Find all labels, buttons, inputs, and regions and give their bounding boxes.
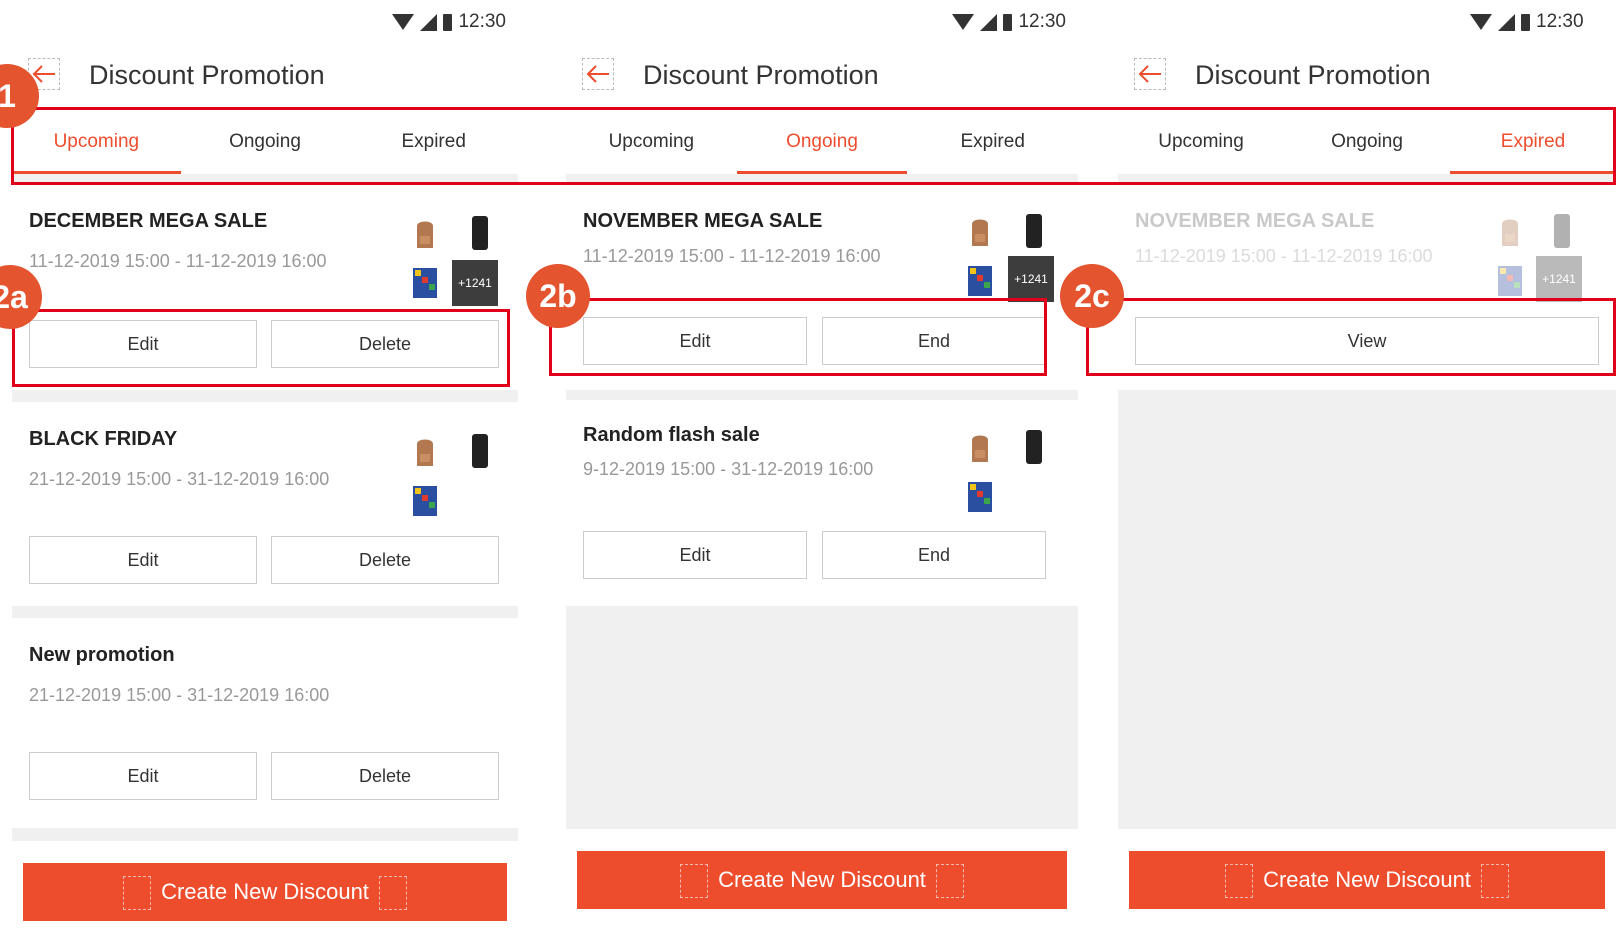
highlight-actions-expired xyxy=(1086,298,1616,376)
status-bar: 12:30 xyxy=(566,4,1078,40)
more-products-badge: +1241 xyxy=(1536,256,1582,302)
signal-icon xyxy=(1498,13,1515,31)
delete-button[interactable]: Delete xyxy=(271,752,499,800)
promotion-date: 21-12-2019 15:00 - 31-12-2019 16:00 xyxy=(29,685,330,705)
highlight-actions-ongoing xyxy=(549,298,1047,376)
promotion-date: 11-12-2019 15:00 - 11-12-2019 16:00 xyxy=(583,246,881,266)
speaker-icon xyxy=(472,434,488,468)
promotion-name: NOVEMBER MEGA SALE xyxy=(1135,210,1375,232)
battery-icon xyxy=(443,13,453,31)
create-discount-label: Create New Discount xyxy=(1263,867,1471,892)
backpack-icon xyxy=(972,435,988,462)
promotion-date: 11-12-2019 15:00 - 11-12-2019 16:00 xyxy=(1135,246,1433,266)
speaker-icon xyxy=(1026,214,1042,248)
signal-icon xyxy=(980,13,998,31)
page-title: Discount Promotion xyxy=(643,60,879,90)
promotion-name: Random flash sale xyxy=(583,424,760,446)
annotation-badge: 2c xyxy=(1060,264,1124,328)
battery-icon xyxy=(1521,13,1530,31)
status-time: 12:30 xyxy=(458,11,506,32)
edit-button[interactable]: Edit xyxy=(583,531,807,579)
status-time: 12:30 xyxy=(1018,11,1066,32)
status-bar: 12:30 xyxy=(1118,4,1616,40)
rubiks-cube-icon xyxy=(1498,266,1522,296)
speaker-icon xyxy=(1554,214,1570,248)
edit-button[interactable]: Edit xyxy=(29,752,257,800)
wifi-icon xyxy=(1470,14,1492,30)
rubiks-cube-icon xyxy=(413,268,437,298)
create-discount-label: Create New Discount xyxy=(718,867,926,892)
page-title: Discount Promotion xyxy=(1195,60,1431,90)
delete-button[interactable]: Delete xyxy=(271,536,499,584)
app-bar: Discount Promotion xyxy=(566,40,1078,110)
rubiks-cube-icon xyxy=(968,482,992,512)
more-products-badge[interactable]: +1241 xyxy=(452,260,498,306)
rubiks-cube-icon xyxy=(968,266,992,296)
app-bar: Discount Promotion xyxy=(12,40,518,110)
edit-button[interactable]: Edit xyxy=(29,536,257,584)
status-bar: 12:30 xyxy=(12,4,518,40)
wifi-icon xyxy=(952,14,975,30)
back-arrow-icon[interactable] xyxy=(582,58,614,90)
more-products-badge[interactable]: +1241 xyxy=(1008,256,1054,302)
bottom-bar: Create New Discount xyxy=(1118,829,1616,937)
annotation-badge: 2b xyxy=(526,264,590,328)
end-button[interactable]: End xyxy=(822,531,1046,579)
page-title: Discount Promotion xyxy=(89,60,325,90)
promotion-date: 11-12-2019 15:00 - 11-12-2019 16:00 xyxy=(29,251,327,271)
status-time: 12:30 xyxy=(1536,11,1584,32)
wifi-icon xyxy=(392,14,415,30)
promotion-name: BLACK FRIDAY xyxy=(29,428,178,450)
create-discount-button[interactable]: Create New Discount xyxy=(23,863,507,921)
backpack-icon xyxy=(417,439,433,466)
promotion-name: NOVEMBER MEGA SALE xyxy=(583,210,823,232)
promotion-date: 21-12-2019 15:00 - 31-12-2019 16:00 xyxy=(29,469,330,489)
speaker-icon xyxy=(472,216,488,250)
bottom-bar: Create New Discount xyxy=(566,829,1078,937)
create-discount-button[interactable]: Create New Discount xyxy=(577,851,1067,909)
create-discount-button[interactable]: Create New Discount xyxy=(1129,851,1605,909)
promotion-card: Random flash sale 9-12-2019 15:00 - 31-1… xyxy=(566,400,1078,606)
create-discount-label: Create New Discount xyxy=(161,879,369,904)
promotion-name: New promotion xyxy=(29,644,175,666)
highlight-tabs xyxy=(11,107,1616,185)
app-bar: Discount Promotion xyxy=(1118,40,1616,110)
signal-icon xyxy=(420,13,438,31)
promotion-name: DECEMBER MEGA SALE xyxy=(29,210,268,232)
battery-icon xyxy=(1003,13,1013,31)
highlight-actions-upcoming xyxy=(12,309,510,387)
promotion-card: BLACK FRIDAY 21-12-2019 15:00 - 31-12-20… xyxy=(12,402,518,606)
speaker-icon xyxy=(1026,430,1042,464)
backpack-icon xyxy=(972,219,988,246)
bottom-bar: Create New Discount xyxy=(12,841,518,937)
backpack-icon xyxy=(417,221,433,248)
back-arrow-icon[interactable] xyxy=(1134,58,1166,90)
promotion-date: 9-12-2019 15:00 - 31-12-2019 16:00 xyxy=(583,459,874,479)
promotion-card: New promotion 21-12-2019 15:00 - 31-12-2… xyxy=(12,618,518,828)
rubiks-cube-icon xyxy=(413,486,437,516)
backpack-icon xyxy=(1502,219,1518,246)
